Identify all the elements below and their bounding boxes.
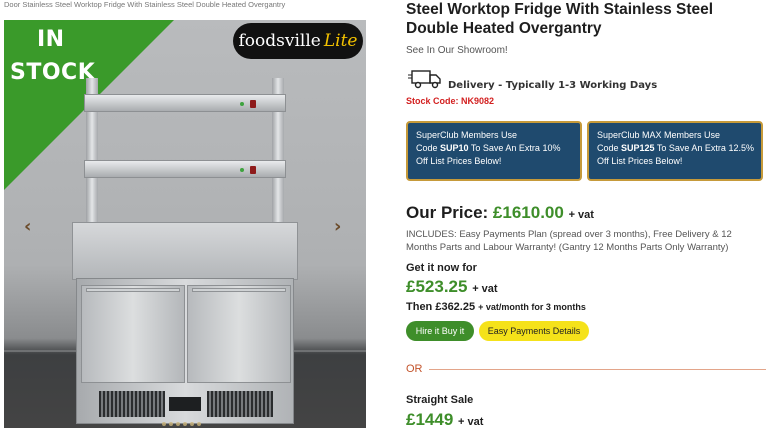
- in-stock-label-line2: STOCK: [10, 60, 96, 85]
- foodsville-lite-logo: foodsville Lite: [233, 23, 363, 59]
- vent-grille-left: [99, 391, 165, 417]
- superclub-promo: SuperClub Members Use Code SUP10 To Save…: [406, 121, 582, 181]
- deposit-price: £523.25 + vat: [406, 277, 498, 297]
- promo-code: SUP125: [621, 143, 655, 153]
- product-title: Steel Worktop Fridge With Stainless Stee…: [406, 1, 714, 37]
- our-price: Our Price: £1610.00 + vat: [406, 203, 594, 223]
- gallery-dot[interactable]: [197, 422, 201, 426]
- fridge-cabinet: [76, 278, 294, 424]
- stock-code: Stock Code: NK9082: [406, 96, 495, 106]
- promo-line1: SuperClub Members Use: [416, 130, 518, 140]
- logo-accent-text: Lite: [323, 31, 358, 51]
- hire-it-buy-it-button[interactable]: Hire it Buy it: [406, 321, 474, 341]
- fridge-door-left: [81, 285, 185, 383]
- delivery-info: Delivery - Typically 1-3 Working Days: [448, 80, 658, 91]
- gallery-dot[interactable]: [190, 422, 194, 426]
- promo-line2: Code SUP10 To Save An Extra 10%: [416, 143, 561, 153]
- heat-indicator-top: [250, 100, 256, 108]
- vat-label: + vat: [458, 416, 484, 428]
- gallery-dot[interactable]: [169, 422, 173, 426]
- straight-sale-label: Straight Sale: [406, 394, 474, 406]
- worktop-surface: [72, 222, 298, 280]
- monthly-prefix: Then £362.25: [406, 301, 479, 313]
- gallery-dot[interactable]: [183, 422, 187, 426]
- price-includes-note: INCLUDES: Easy Payments Plan (spread ove…: [406, 229, 732, 253]
- truck-icon: [408, 70, 441, 89]
- deposit-amount: £523.25: [406, 277, 468, 296]
- promo-line1: SuperClub MAX Members Use: [597, 130, 721, 140]
- easy-payments-details-button[interactable]: Easy Payments Details: [479, 321, 589, 341]
- breadcrumb[interactable]: Door Stainless Steel Worktop Fridge With…: [4, 0, 400, 12]
- door-handle-right: [192, 288, 286, 292]
- fridge-door-right: [187, 285, 291, 383]
- straight-sale-price: £1449 + vat: [406, 410, 483, 430]
- gallery-dot[interactable]: [162, 422, 166, 426]
- vat-label: + vat: [568, 209, 594, 221]
- heat-indicator-bottom: [250, 166, 256, 174]
- promo-line3: Off List Prices Below!: [597, 156, 683, 166]
- superclub-max-promo: SuperClub MAX Members Use Code SUP125 To…: [587, 121, 763, 181]
- get-it-now-label: Get it now for: [406, 262, 477, 274]
- in-stock-label-line1: IN: [37, 27, 65, 52]
- fridge-control-panel: [169, 397, 201, 411]
- our-price-amount: £1610.00: [492, 203, 564, 222]
- straight-sale-amount: £1449: [406, 410, 454, 429]
- door-handle-left: [86, 288, 180, 292]
- gallery-next-button[interactable]: ›: [334, 216, 341, 237]
- product-image-gallery[interactable]: IN STOCK foodsville Lite ‹ ›: [4, 20, 366, 428]
- power-light-bottom: [240, 168, 244, 172]
- power-light-top: [240, 102, 244, 106]
- our-price-label: Our Price:: [406, 203, 493, 222]
- logo-main-text: foodsville: [238, 31, 321, 51]
- gallery-dot[interactable]: [176, 422, 180, 426]
- monthly-payment: Then £362.25 + vat/month for 3 months: [406, 301, 586, 313]
- promo-line2: Code SUP125 To Save An Extra 12.5%: [597, 143, 754, 153]
- gallery-dots[interactable]: [162, 422, 201, 426]
- promo-code: SUP10: [440, 143, 469, 153]
- vat-label: + vat: [472, 283, 498, 295]
- showroom-note: See In Our Showroom!: [406, 45, 508, 56]
- or-label: OR: [406, 363, 429, 375]
- or-divider: [406, 369, 766, 370]
- promo-line3: Off List Prices Below!: [416, 156, 502, 166]
- monthly-suffix: + vat/month for 3 months: [478, 302, 586, 312]
- vent-grille-right: [207, 391, 273, 417]
- gallery-prev-button[interactable]: ‹: [24, 216, 31, 237]
